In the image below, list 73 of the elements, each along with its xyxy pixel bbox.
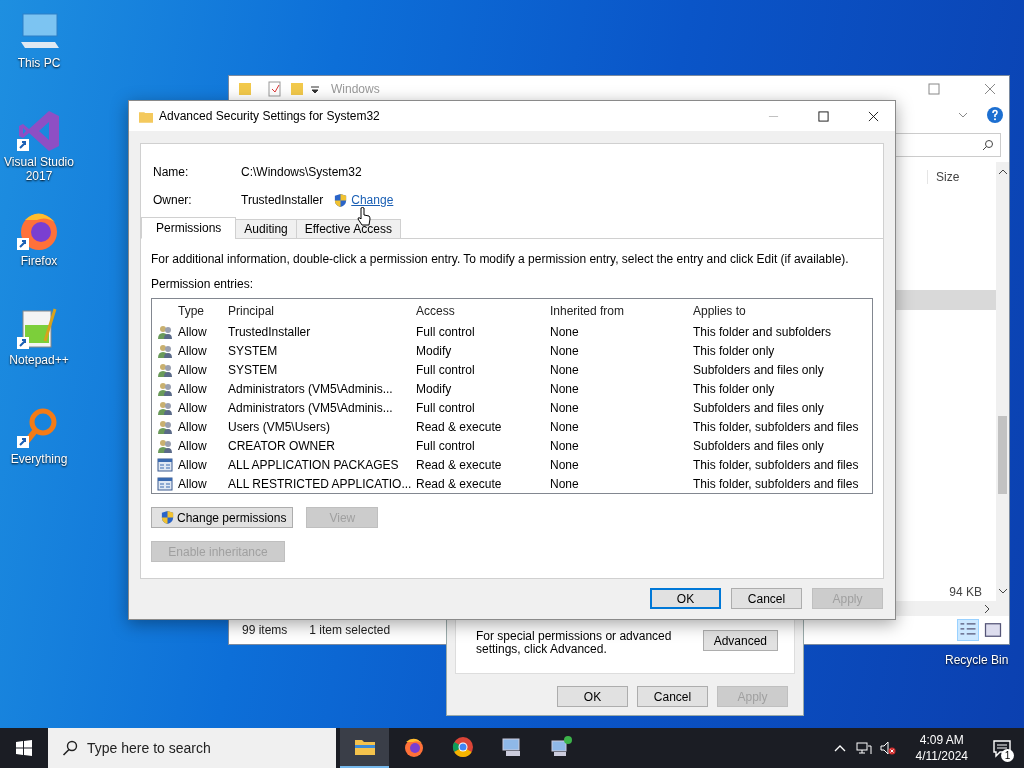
search-icon bbox=[982, 139, 994, 151]
desktop-icon-label[interactable]: This PC bbox=[17, 56, 61, 70]
clock-time[interactable]: 4:09 AM bbox=[919, 732, 964, 748]
chrome-icon[interactable] bbox=[450, 735, 475, 759]
network-icon[interactable] bbox=[855, 740, 872, 756]
tab[interactable]: Auditing bbox=[235, 219, 297, 239]
dialog-button[interactable]: Cancel bbox=[637, 686, 708, 707]
permission-row[interactable]: Allow TrustedInstaller Full control None This folder and subfolders bbox=[152, 322, 872, 341]
permission-row[interactable]: Allow SYSTEM Modify None This folder only bbox=[152, 341, 872, 360]
desktop-icon-label[interactable]: Recycle Bin bbox=[945, 653, 1009, 667]
muted-speaker-icon[interactable] bbox=[879, 740, 896, 756]
users-icon bbox=[157, 323, 173, 340]
permission-row[interactable]: Allow Administrators (VM5\Adminis... Full control None Subfolders and files only bbox=[152, 398, 872, 417]
permission-row[interactable]: Allow CREATOR OWNER Full control None Subfolders and files only bbox=[152, 436, 872, 455]
field-label: Owner: bbox=[153, 193, 193, 207]
change-permissions-button[interactable]: Change permissions bbox=[151, 507, 294, 528]
field-label: Name: bbox=[153, 165, 190, 179]
field-value: TrustedInstaller bbox=[241, 193, 324, 207]
tab[interactable]: Permissions bbox=[141, 217, 237, 239]
advanced-button[interactable]: Advanced bbox=[702, 630, 778, 651]
hint-text: For special permissions or advanced settings, click Advanced. bbox=[476, 630, 673, 656]
desktop-icon-label[interactable]: Everything bbox=[10, 452, 68, 466]
help-icon[interactable] bbox=[987, 107, 1003, 123]
search-field[interactable]: Type here to search bbox=[48, 728, 336, 768]
status-text: 99 items bbox=[242, 623, 288, 637]
dialog-button[interactable]: OK bbox=[557, 686, 628, 707]
permission-row[interactable]: Allow ALL APPLICATION PACKAGES Read & execute None This folder, subfolders and files bbox=[152, 455, 872, 474]
users-icon bbox=[157, 342, 173, 359]
dialog-button[interactable]: Cancel bbox=[731, 588, 802, 609]
column-header[interactable]: Applies to bbox=[693, 303, 872, 318]
users-icon bbox=[157, 418, 173, 435]
folder-icon bbox=[139, 109, 153, 123]
column-header[interactable]: Type bbox=[178, 303, 228, 318]
notification-icon[interactable] bbox=[992, 738, 1012, 758]
scrollbar[interactable] bbox=[996, 162, 1009, 601]
app-window-icon bbox=[157, 456, 173, 473]
clock-date[interactable]: 4/11/2024 bbox=[915, 748, 968, 764]
column-header[interactable]: Inherited from bbox=[550, 303, 693, 318]
permission-row[interactable]: Allow Administrators (VM5\Adminis... Modify None This folder only bbox=[152, 379, 872, 398]
desktop-icon-label[interactable]: Visual Studio 2017 bbox=[0, 155, 78, 183]
folder-app-button[interactable] bbox=[340, 728, 389, 768]
app-window-icon bbox=[157, 475, 173, 492]
desktop-icon-label[interactable]: Firefox bbox=[20, 254, 58, 268]
field-value: C:\Windows\System32 bbox=[241, 165, 362, 179]
change-link[interactable]: Change bbox=[351, 193, 394, 207]
window-title: Advanced Security Settings for System32 bbox=[159, 109, 380, 123]
shield-icon bbox=[333, 192, 349, 208]
list-label: Permission entries: bbox=[151, 277, 255, 291]
tab[interactable]: Effective Access bbox=[295, 219, 401, 239]
thumbnail-view-icon[interactable] bbox=[983, 620, 1003, 640]
quick-access-icons[interactable] bbox=[237, 81, 321, 97]
desktop-icon-label[interactable]: Notepad++ bbox=[9, 353, 69, 367]
file-size: 94 KB bbox=[949, 585, 982, 599]
users-icon bbox=[157, 380, 173, 397]
shield-icon bbox=[160, 510, 175, 525]
users-icon bbox=[157, 399, 173, 416]
notification-count: 1 bbox=[1001, 749, 1014, 762]
status-text: 1 item selected bbox=[309, 623, 391, 637]
users-icon bbox=[157, 361, 173, 378]
scrollbar-thumb[interactable] bbox=[998, 416, 1007, 494]
close-icon[interactable] bbox=[868, 110, 879, 122]
users-icon bbox=[157, 437, 173, 454]
maximize-icon[interactable] bbox=[818, 110, 829, 122]
network-computer-icon[interactable] bbox=[548, 735, 573, 759]
info-text: For additional information, double-click a permission entry. To modify a permission entry, select the entry and click Edit (if available). bbox=[151, 252, 850, 266]
permission-row[interactable]: Allow Users (VM5\Users) Read & execute None This folder, subfolders and files bbox=[152, 417, 872, 436]
column-header[interactable]: Principal bbox=[228, 303, 416, 318]
dialog-button[interactable]: OK bbox=[650, 588, 721, 609]
column-header[interactable]: Access bbox=[416, 303, 550, 318]
window-title: Windows bbox=[331, 82, 380, 96]
search-icon bbox=[62, 740, 78, 756]
permission-row[interactable]: Allow ALL RESTRICTED APPLICATIO... Read & execute None This folder, subfolders and files bbox=[152, 474, 872, 493]
permission-row[interactable]: Allow SYSTEM Full control None Subfolders and files only bbox=[152, 360, 872, 379]
